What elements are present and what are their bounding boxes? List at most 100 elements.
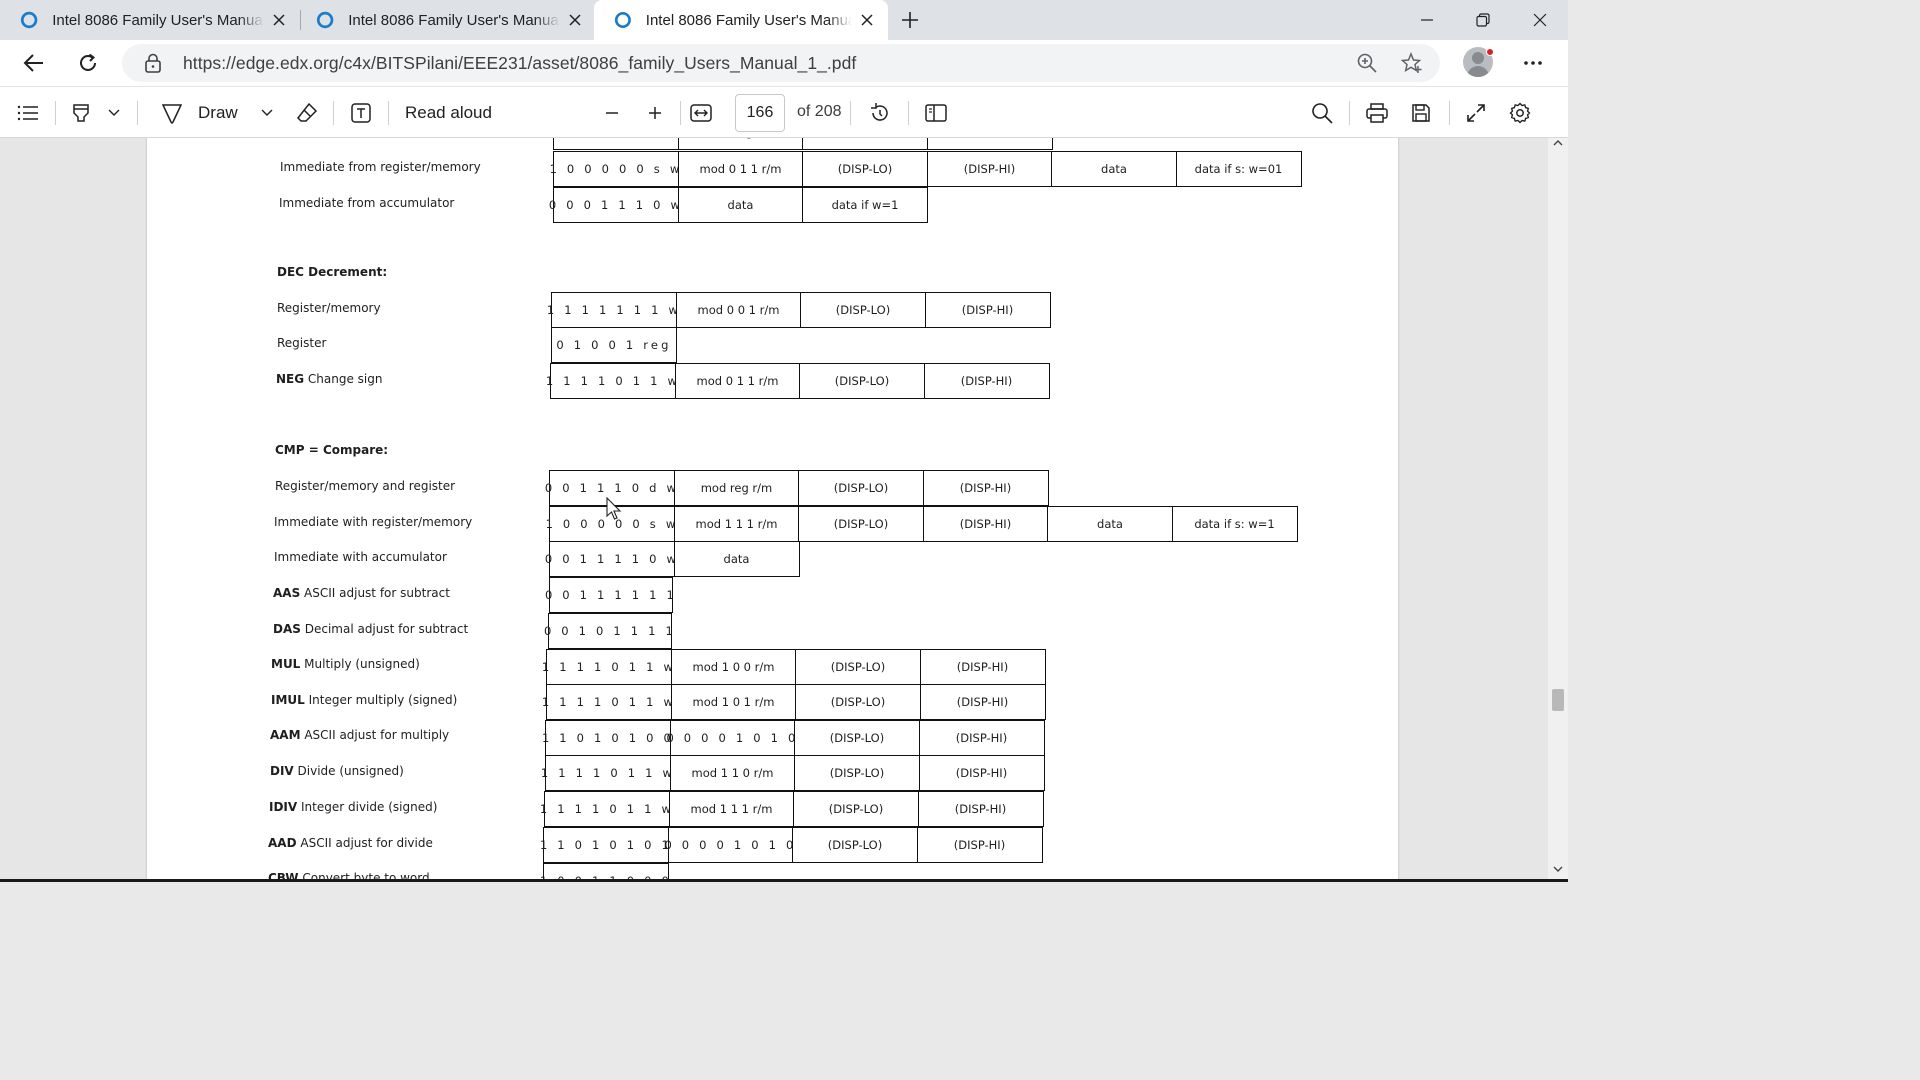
data-cell: data	[677, 187, 804, 223]
fullscreen-button[interactable]	[1462, 99, 1490, 127]
opcode-cell: 1 1 1 1 0 1 1 w	[540, 791, 671, 827]
heading-mnemonic: DEC	[277, 265, 304, 279]
lock-icon[interactable]	[144, 53, 162, 73]
disp-hi-cell: (DISP-HI)	[917, 791, 1044, 827]
opcode-cell: 1 1 1 1 0 1 1 w	[546, 363, 677, 399]
favorites-icon[interactable]	[1400, 52, 1424, 74]
zoom-out-button[interactable]	[598, 99, 626, 127]
settings-more-button[interactable]	[1516, 46, 1550, 80]
heading-text: = Compare:	[308, 443, 389, 457]
rotate-button[interactable]	[866, 99, 894, 127]
opcode-cell: 0 0 1 0 1 1 1 1	[544, 613, 673, 649]
read-aloud-button[interactable]: Read aloud	[405, 99, 501, 127]
search-button[interactable]	[1308, 99, 1336, 127]
disp-hi-cell: (DISP-HI)	[922, 506, 1049, 542]
zoom-icon[interactable]	[1356, 52, 1378, 74]
zoom-in-button[interactable]	[641, 99, 669, 127]
instruction-label: Immediate from accumulator	[279, 196, 455, 210]
draw-options-dropdown[interactable]	[257, 99, 277, 127]
close-window-button[interactable]	[1512, 0, 1568, 40]
chevron-down-icon	[108, 109, 120, 116]
back-button[interactable]	[17, 46, 51, 80]
toolbar-divider	[680, 101, 681, 125]
browser-tab-3-active[interactable]: Intel 8086 Family User's Manual Oc	[594, 0, 888, 40]
data-cell: data if w=1	[802, 187, 928, 223]
mnemonic: DIV	[270, 764, 294, 778]
disp-hi-cell: (DISP-HI)	[919, 649, 1046, 685]
pdf-viewer[interactable]: mod reg r/m (DISP-LO) (DISP-HI) Immediat…	[0, 138, 1568, 882]
toolbar-divider	[137, 101, 138, 125]
fit-to-width-button[interactable]	[687, 99, 715, 127]
edge-tab-icon	[614, 11, 631, 29]
browser-tab-1[interactable]: Intel 8086 Family User's Manual Oc	[0, 0, 300, 40]
restore-icon	[1476, 13, 1490, 27]
scroll-down-arrow-icon[interactable]	[1553, 864, 1563, 874]
mnemonic: IDIV	[269, 800, 298, 814]
restore-button[interactable]	[1455, 0, 1511, 40]
instruction-label: Register/memory and register	[275, 479, 456, 493]
instruction-row: 1 0 0 0 0 0 s w mod 1 1 1 r/m (DISP-LO) …	[546, 506, 1298, 542]
data-cell: data if s: w=01	[1175, 151, 1302, 187]
toolbar-divider	[388, 101, 389, 125]
disp-hi-cell: (DISP-HI)	[924, 292, 1051, 328]
mnemonic: AAS	[273, 586, 301, 600]
minimize-icon	[1421, 19, 1433, 21]
page-view-button[interactable]	[922, 99, 950, 127]
vertical-scrollbar[interactable]	[1548, 138, 1568, 882]
contents-button[interactable]	[15, 99, 41, 127]
toolbar-divider	[55, 101, 56, 125]
print-button[interactable]	[1363, 99, 1391, 127]
instruction-row: 0 0 1 1 1 1 1 1	[545, 577, 674, 613]
close-tab-icon[interactable]	[858, 10, 876, 30]
edge-tab-icon	[20, 11, 38, 29]
browser-tab-2[interactable]: Intel 8086 Family User's Manual Oc	[296, 0, 596, 40]
description: Divide (unsigned)	[297, 764, 404, 778]
erase-button[interactable]	[293, 99, 321, 127]
disp-hi-cell: (DISP-HI)	[916, 827, 1043, 863]
read-aloud-label: Read aloud	[405, 103, 492, 122]
disp-lo-cell: (DISP-LO)	[794, 755, 920, 791]
description: Integer multiply (signed)	[308, 693, 458, 707]
modrm-cell: mod 0 1 1 r/m	[674, 363, 801, 399]
draw-label: Draw	[198, 103, 238, 122]
opcode-cell: 0 0 0 1 1 1 0 w	[549, 187, 680, 223]
highlight-button[interactable]	[66, 99, 96, 127]
page-number-input[interactable]: 166	[735, 94, 785, 132]
modrm-cell: 0 0 0 0 1 0 1 0	[664, 827, 794, 863]
minimize-button[interactable]	[1399, 0, 1455, 40]
mnemonic: NEG	[276, 372, 305, 386]
disp-hi-cell: (DISP-HI)	[922, 470, 1049, 506]
instruction-row: 1 1 0 1 0 1 0 1 0 0 0 0 1 0 1 0 (DISP-LO…	[540, 827, 1043, 863]
close-tab-icon[interactable]	[270, 10, 288, 30]
address-bar[interactable]: https://edge.edx.org/c4x/BITSPilani/EEE2…	[122, 44, 1440, 82]
modrm-cell: mod 0 0 1 r/m	[675, 292, 802, 328]
instruction-label: NEG Change sign	[276, 372, 383, 386]
scrollbar-thumb[interactable]	[1552, 689, 1564, 711]
description: ASCII adjust for divide	[300, 836, 433, 850]
new-tab-button[interactable]	[896, 6, 924, 34]
opcode-cell: 1 1 0 1 0 1 0 0	[542, 720, 671, 756]
instruction-row-partial: mod reg r/m (DISP-LO) (DISP-HI)	[553, 138, 1053, 150]
disp-hi-cell: (DISP-HI)	[918, 755, 1045, 791]
scroll-up-arrow-icon[interactable]	[1553, 138, 1563, 148]
notification-dot	[1486, 48, 1494, 56]
instruction-row: 0 0 1 1 1 1 0 w data	[545, 541, 800, 577]
modrm-cell: 0 0 0 0 1 0 1 0	[666, 720, 796, 756]
description: Decimal adjust for subtract	[304, 622, 469, 636]
refresh-button[interactable]	[71, 46, 105, 80]
instruction-label: Register	[277, 336, 327, 350]
heading-mnemonic: CMP	[275, 443, 305, 457]
print-icon	[1366, 103, 1388, 123]
save-button[interactable]	[1407, 99, 1435, 127]
url-text[interactable]: https://edge.edx.org/c4x/BITSPilani/EEE2…	[183, 53, 856, 74]
instruction-row: 1 1 1 1 0 1 1 w mod 1 1 0 r/m (DISP-LO) …	[541, 755, 1045, 791]
description: Integer divide (signed)	[301, 800, 438, 814]
add-text-button[interactable]	[347, 99, 375, 127]
draw-button[interactable]: Draw	[160, 99, 250, 127]
toolbar-divider	[1449, 101, 1450, 125]
close-tab-icon[interactable]	[566, 10, 584, 30]
pdf-settings-button[interactable]	[1506, 99, 1534, 127]
highlight-options-dropdown[interactable]	[104, 99, 124, 127]
taskbar-edge	[0, 879, 1568, 882]
toolbar-divider	[850, 101, 851, 125]
